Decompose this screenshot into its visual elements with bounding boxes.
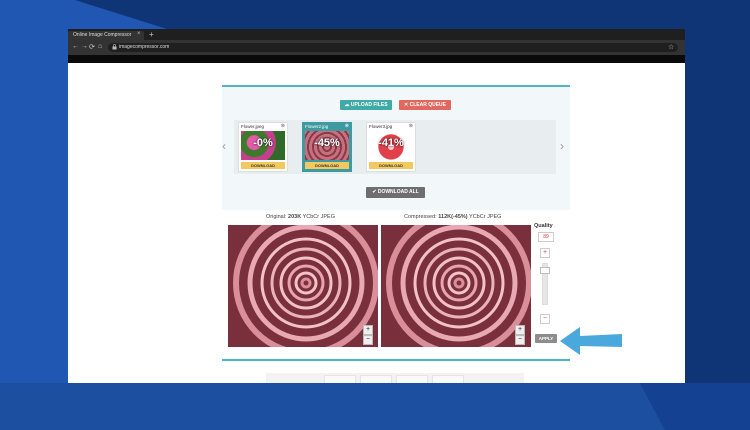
remove-file-icon[interactable]: ⊗	[345, 123, 349, 129]
download-file-button[interactable]: DOWNLOAD	[305, 162, 349, 169]
file-name: Flower2.jpg	[305, 124, 329, 129]
address-bar: ← → ⟳ ⌂ imagecompressor.com ☆	[68, 40, 685, 55]
compressed-caption: Compressed: 112K(-45%) YCbCr JPEG	[404, 214, 501, 220]
compression-percent: -41%	[378, 137, 404, 149]
new-tab-button[interactable]: +	[149, 30, 154, 39]
original-prefix: Original:	[266, 214, 289, 220]
browser-tab[interactable]: Online Image Compressor ×	[68, 31, 144, 40]
compression-percent: -45%	[314, 137, 340, 149]
download-all-label: DOWNLOAD ALL	[377, 189, 419, 195]
file-name: Flower.jpeg	[241, 124, 265, 129]
download-all-button[interactable]: ✔ DOWNLOAD ALL	[366, 187, 425, 198]
quality-decrease-button[interactable]: −	[540, 314, 550, 324]
original-caption: Original: 203K YCbCr JPEG	[266, 214, 335, 220]
quality-value[interactable]: 89	[538, 232, 554, 242]
original-size: 203K	[288, 214, 302, 220]
home-icon[interactable]: ⌂	[98, 43, 102, 50]
clear-queue-button[interactable]: ✕ CLEAR QUEUE	[399, 100, 451, 110]
quality-slider-handle[interactable]	[540, 266, 550, 274]
footer-item	[360, 375, 392, 383]
upload-files-label: UPLOAD FILES	[350, 102, 388, 108]
queue-next-arrow[interactable]: ›	[560, 139, 564, 153]
tab-bar: Online Image Compressor × +	[68, 29, 685, 40]
compression-percent: -0%	[253, 137, 273, 149]
upload-files-button[interactable]: ☁ UPLOAD FILES	[340, 100, 392, 110]
apply-button[interactable]: APPLY	[535, 334, 557, 343]
quality-label: Quality	[534, 223, 553, 229]
page-footer	[266, 373, 524, 383]
compressed-image[interactable]: + −	[381, 225, 531, 347]
tab-close-icon[interactable]: ×	[137, 31, 141, 37]
original-image[interactable]: + −	[228, 225, 378, 347]
compressed-prefix: Compressed:	[404, 214, 439, 220]
bookmark-star-icon[interactable]: ☆	[668, 43, 674, 51]
page-header-strip	[68, 55, 685, 63]
compare-area: Original: 203K YCbCr JPEG Compressed: 11…	[222, 210, 570, 359]
file-name: Flower3.jpg	[369, 124, 393, 129]
original-format: YCbCr JPEG	[301, 214, 335, 220]
file-thumbnail: -41%	[369, 131, 413, 160]
compressed-format: YCbCr JPEG	[467, 214, 502, 220]
footer-item	[432, 375, 464, 383]
download-file-button[interactable]: DOWNLOAD	[241, 162, 285, 169]
url-text: imagecompressor.com	[119, 44, 170, 50]
file-thumbnail: -45%	[305, 131, 349, 160]
zoom-in-button[interactable]: +	[363, 325, 373, 335]
back-icon[interactable]: ←	[72, 43, 79, 50]
compressed-size: 112K(-45%)	[438, 214, 468, 220]
queue-item-flower2[interactable]: Flower2.jpg ⊗ -45% DOWNLOAD	[302, 122, 352, 172]
compressor-panel: ☁ UPLOAD FILES ✕ CLEAR QUEUE ‹ › Flower.…	[222, 85, 570, 361]
download-file-button[interactable]: DOWNLOAD	[369, 162, 413, 169]
clear-queue-label: CLEAR QUEUE	[409, 102, 446, 108]
remove-file-icon[interactable]: ⊗	[281, 123, 285, 129]
queue-item-flower3[interactable]: Flower3.jpg ⊗ -41% DOWNLOAD	[366, 122, 416, 172]
tab-title: Online Image Compressor	[73, 32, 132, 38]
forward-icon[interactable]: →	[81, 43, 88, 50]
footer-item	[396, 375, 428, 383]
remove-file-icon[interactable]: ⊗	[409, 123, 413, 129]
url-field[interactable]: imagecompressor.com ☆	[108, 43, 678, 52]
zoom-in-button[interactable]: +	[515, 325, 525, 335]
lock-icon	[112, 44, 117, 52]
zoom-out-button[interactable]: −	[363, 335, 373, 345]
footer-item	[324, 375, 356, 383]
queue-item-flower1[interactable]: Flower.jpeg ⊗ -0% DOWNLOAD	[238, 122, 288, 172]
reload-icon[interactable]: ⟳	[89, 43, 95, 51]
quality-increase-button[interactable]: +	[540, 248, 550, 258]
arrow-pointer-icon	[560, 323, 624, 364]
queue-prev-arrow[interactable]: ‹	[222, 139, 226, 153]
file-thumbnail: -0%	[241, 131, 285, 160]
file-queue: Flower.jpeg ⊗ -0% DOWNLOAD Flower2.jpg ⊗…	[234, 120, 556, 174]
zoom-out-button[interactable]: −	[515, 335, 525, 345]
